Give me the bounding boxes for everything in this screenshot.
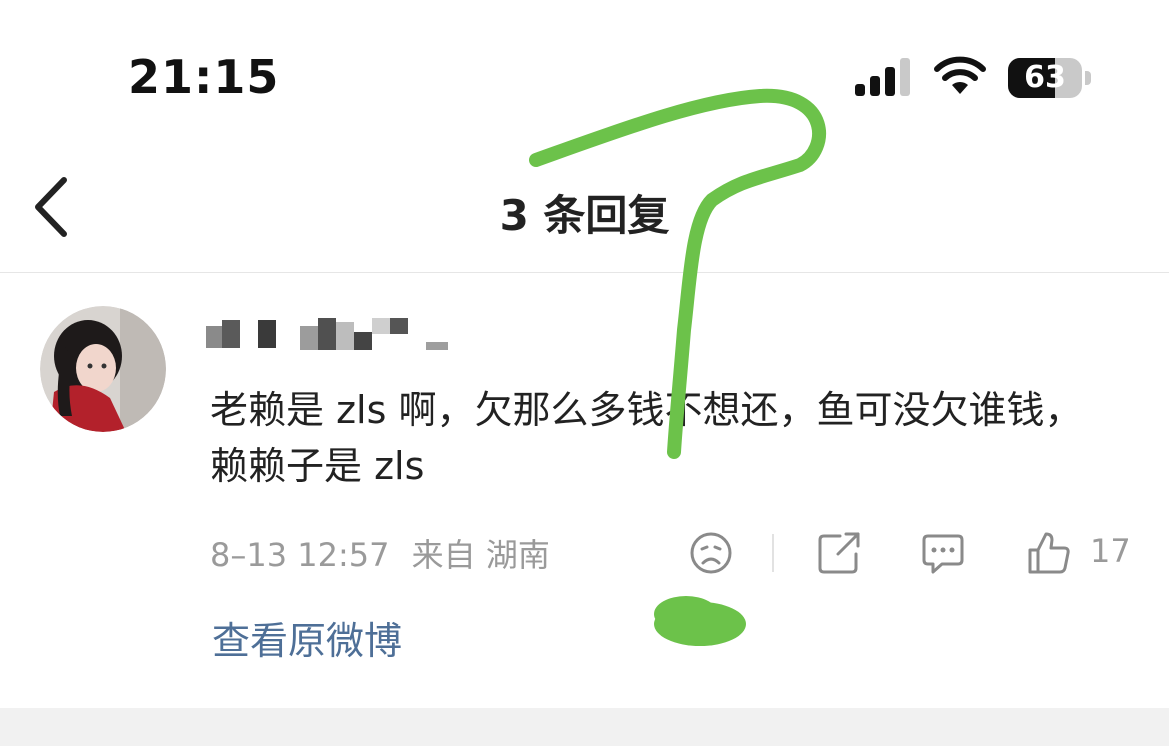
dislike-face-icon[interactable] [688,530,734,576]
comment-meta: 8–13 12:57 来自 湖南 [210,530,562,576]
avatar[interactable] [40,306,166,432]
battery-icon: 63 [1008,58,1092,98]
battery-tip [1085,71,1091,85]
page-title: 3 条回复 [499,191,670,240]
share-icon[interactable] [816,530,862,576]
nav-bar: 3 条回复 [0,150,1169,273]
comment-icon[interactable] [920,530,966,576]
view-original-link[interactable]: 查看原微博 [212,610,402,665]
action-divider [772,534,774,572]
comment-text: 老赖是 zls 啊，欠那么多钱不想还，鱼可没欠谁钱，赖赖子是 zls [210,388,1083,488]
battery-percent: 63 [1024,60,1066,95]
wifi-icon [934,56,986,94]
status-time: 21:15 [128,50,280,104]
status-bar: 21:15 63 [0,0,1169,150]
section-divider-band [0,708,1169,746]
username-redacted[interactable] [204,312,464,358]
cellular-signal-icon [855,58,910,96]
like-count: 17 [1090,532,1131,570]
comment-date: 8–13 12:57 [210,536,390,574]
thumbs-up-icon[interactable] [1026,530,1072,576]
battery-body: 63 [1008,58,1082,98]
comment-source: 来自 湖南 [411,536,550,574]
